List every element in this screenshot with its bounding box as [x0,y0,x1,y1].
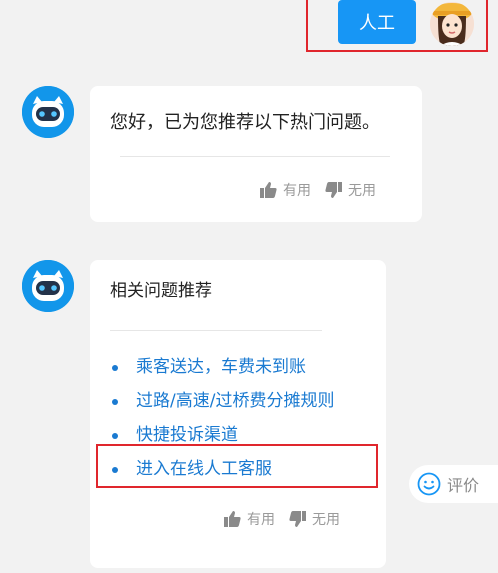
thumb-down-icon [289,511,306,527]
question-text: 过路/高速/过桥费分摊规则 [136,391,335,411]
question-text: 乘客送达，车费未到账 [136,357,306,377]
useful-label: 有用 [283,183,311,199]
question-text: 快捷投诉渠道 [136,425,238,445]
useless-button[interactable]: 无用 [325,180,376,200]
robot-avatar-icon [22,86,74,138]
question-link[interactable]: 乘客送达，车费未到账 [110,350,334,384]
recommend-title: 相关问题推荐 [110,281,212,301]
feedback-bar: 有用 无用 [224,509,340,529]
user-avatar [430,2,474,46]
bullet [112,399,118,405]
thumb-up-icon [224,511,241,527]
thumb-down-icon [325,182,342,198]
useful-button[interactable]: 有用 [224,509,275,529]
evaluate-label: 评价 [447,476,480,495]
useful-button[interactable]: 有用 [260,180,311,200]
useless-label: 无用 [348,183,376,199]
user-message-bubble: 人工 [338,0,416,44]
useful-label: 有用 [247,512,275,528]
bullet [112,433,118,439]
thumb-up-icon [260,182,277,198]
online-agent-highlight [96,444,378,488]
bot-recommend-card: 相关问题推荐 乘客送达，车费未到账 过路/高速/过桥费分摊规则 快捷投诉渠道 进… [90,260,386,568]
useless-button[interactable]: 无用 [289,509,340,529]
feedback-bar: 有用 无用 [260,180,376,200]
divider [110,330,322,331]
bullet [112,365,118,371]
smile-icon [417,472,441,496]
bot-greeting-text: 您好，已为您推荐以下热门问题。 [110,112,380,133]
robot-avatar-icon [22,260,74,312]
divider [120,156,390,157]
question-link[interactable]: 过路/高速/过桥费分摊规则 [110,384,334,418]
evaluate-button[interactable]: 评价 [409,465,498,503]
useless-label: 无用 [312,512,340,528]
bot-message-card: 您好，已为您推荐以下热门问题。 有用 无用 [90,86,422,222]
